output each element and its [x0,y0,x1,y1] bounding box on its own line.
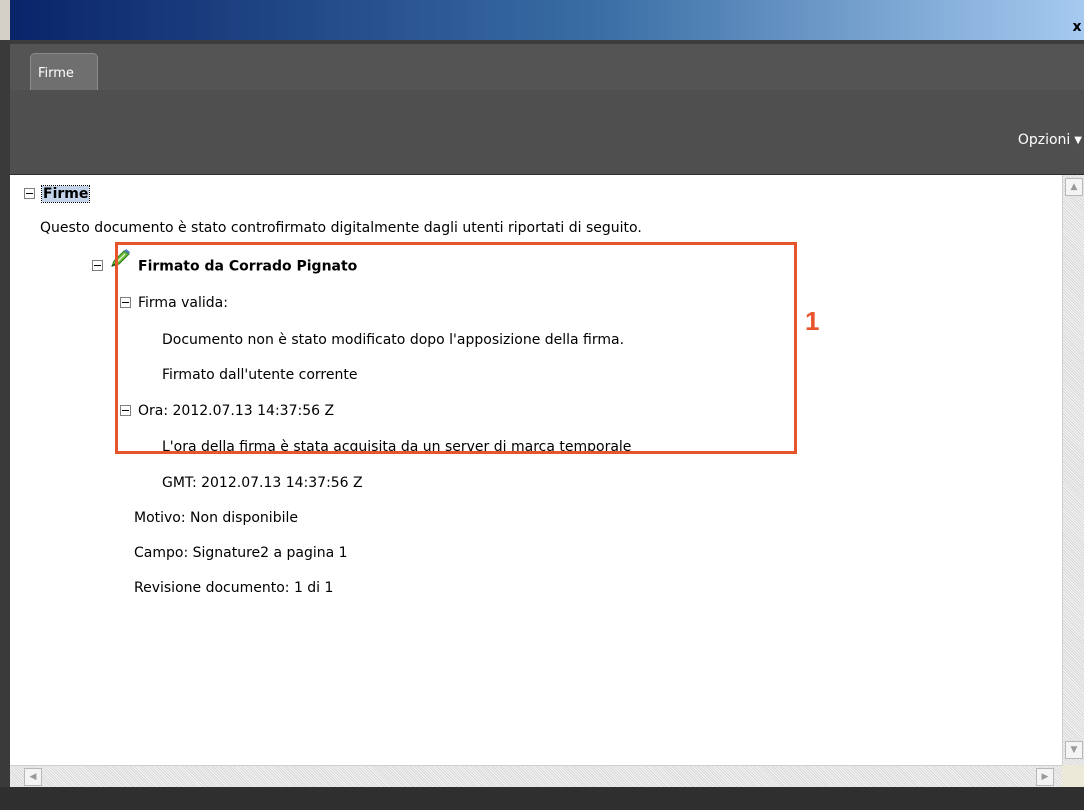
signature-description: Questo documento è stato controfirmato d… [40,220,642,236]
annotation-number: 1 [805,306,820,336]
options-dropdown-icon: ▼ [1074,135,1082,146]
field-text: Campo: Signature2 a pagina 1 [134,545,348,561]
reason-text: Motivo: Non disponibile [134,510,298,526]
scroll-right-button[interactable]: ▶ [1036,768,1054,786]
window-title-bar: x [0,0,1084,40]
scrollbar-corner [1062,765,1084,787]
annotation-highlight-box [115,242,797,454]
tab-firme[interactable]: Firme [30,53,98,95]
panel-toolbar: Opzioni ▼ [10,90,1084,175]
vertical-scrollbar[interactable]: ▲ ▼ [1062,175,1084,765]
tab-strip: Firme [10,40,1084,95]
collapse-icon[interactable] [92,260,103,271]
close-button[interactable]: x [1070,18,1084,36]
tree-node-firme[interactable]: Firme [24,179,91,209]
tab-firme-label: Firme [38,66,74,81]
window-frame-left [0,40,10,810]
collapse-icon[interactable] [24,187,35,199]
scroll-left-button[interactable]: ◀ [24,768,42,786]
horizontal-scrollbar[interactable]: ◀ ▶ [10,765,1062,787]
options-label: Opzioni [1017,132,1071,148]
window-frame-bottom [0,787,1084,810]
options-menu-button[interactable]: Opzioni ▼ [1018,130,1084,150]
scroll-down-button[interactable]: ▼ [1065,741,1083,759]
gmt-time: GMT: 2012.07.13 14:37:56 Z [162,475,363,491]
scroll-up-button[interactable]: ▲ [1065,178,1083,196]
tree-root-label[interactable]: Firme [40,185,91,203]
revision-text: Revisione documento: 1 di 1 [134,580,334,596]
